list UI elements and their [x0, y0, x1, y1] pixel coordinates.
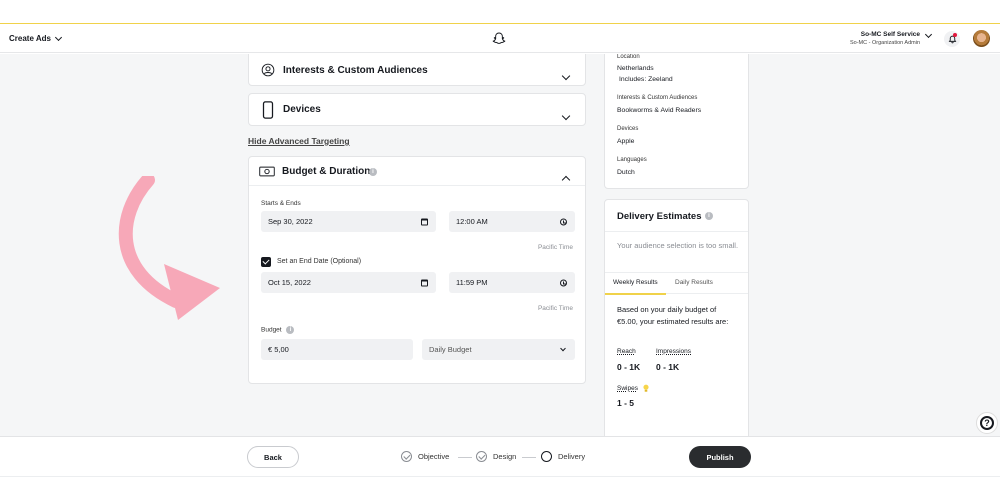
impressions-value: 0 - 1K [656, 362, 680, 372]
summary-location-value: Netherlands [617, 65, 654, 72]
devices-title: Devices [283, 104, 321, 115]
starts-ends-label: Starts & Ends [261, 200, 301, 207]
check-circle-icon [401, 451, 412, 462]
clock-icon [560, 218, 567, 225]
lightbulb-icon[interactable] [642, 384, 650, 393]
reach-value: 0 - 1K [617, 362, 641, 372]
results-tabs: Weekly Results Daily Results [605, 272, 748, 295]
hide-advanced-targeting-link[interactable]: Hide Advanced Targeting [248, 136, 350, 146]
reach-label[interactable]: Reach [617, 348, 636, 355]
end-time-value: 11:59 PM [456, 278, 488, 287]
bottom-strip [0, 476, 1000, 500]
account-name: So-MC Self Service [860, 31, 920, 38]
chevron-up-icon[interactable] [561, 170, 571, 188]
step-design-label: Design [493, 452, 517, 461]
end-timezone: Pacific Time [537, 305, 573, 312]
user-avatar[interactable] [973, 30, 990, 47]
phone-icon [262, 100, 274, 119]
notifications-button[interactable] [944, 31, 960, 47]
start-time-value: 12:00 AM [456, 217, 488, 226]
pink-arrow-annotation [118, 176, 220, 320]
publish-button[interactable]: Publish [689, 446, 751, 468]
person-circle-icon [261, 63, 275, 77]
summary-location-label: Location [617, 54, 640, 60]
help-button[interactable]: ? [976, 412, 998, 434]
question-icon: ? [980, 416, 994, 430]
start-date-value: Sep 30, 2022 [268, 217, 313, 226]
info-icon[interactable]: i [369, 168, 377, 176]
tab-weekly-results[interactable]: Weekly Results [613, 279, 658, 286]
end-date-value: Oct 15, 2022 [268, 278, 311, 287]
create-ads-menu[interactable]: Create Ads [9, 33, 62, 43]
budget-amount-input[interactable]: € 5,00 [261, 339, 413, 360]
step-delivery-label: Delivery [558, 452, 586, 461]
calendar-icon [421, 279, 428, 286]
budget-duration-section: Budget & Duration i Starts & Ends Sep 30… [248, 156, 586, 384]
step-divider [522, 457, 536, 458]
step-delivery[interactable]: Delivery [541, 451, 585, 462]
info-icon[interactable]: i [286, 326, 295, 334]
summary-languages-label: Languages [617, 157, 647, 163]
delivery-estimates-card: Delivery Estimates i Your audience selec… [604, 199, 749, 436]
budget-amount-value: € 5,00 [268, 345, 289, 354]
impressions-label[interactable]: Impressions [656, 348, 691, 355]
summary-devices-value: Apple [617, 138, 635, 145]
current-step-circle-icon [541, 451, 552, 462]
end-date-checkbox[interactable] [261, 257, 271, 267]
step-objective-label: Objective [418, 452, 450, 461]
summary-devices-label: Devices [617, 126, 639, 132]
notification-dot [953, 33, 957, 37]
account-role: So-MC - Organization Admin [850, 40, 920, 46]
end-time-input[interactable]: 11:59 PM [449, 272, 575, 293]
step-design[interactable]: Design [476, 451, 516, 462]
step-divider [458, 457, 472, 458]
delivery-estimates-header: Delivery Estimates i [605, 200, 748, 232]
targeting-summary: Location Netherlands Includes: Zeeland I… [604, 54, 749, 189]
swipes-label[interactable]: Swipes [617, 385, 638, 392]
back-button[interactable]: Back [247, 446, 299, 468]
budget-type-select[interactable]: Daily Budget [422, 339, 575, 360]
info-icon[interactable]: i [705, 212, 713, 220]
chevron-down-icon [561, 66, 571, 84]
footer-bar: Back Objective Design Delivery Publish [0, 436, 1000, 476]
interests-section[interactable]: Interests & Custom Audiences [248, 54, 586, 86]
interests-title: Interests & Custom Audiences [283, 64, 428, 76]
swipes-value: 1 - 5 [617, 398, 635, 408]
end-date-input[interactable]: Oct 15, 2022 [261, 272, 436, 293]
summary-interests-label: Interests & Custom Audiences [617, 95, 698, 101]
check-circle-icon [476, 451, 487, 462]
start-time-input[interactable]: 12:00 AM [449, 211, 575, 232]
chevron-down-icon [561, 106, 571, 124]
summary-location-includes: Includes: Zeeland [619, 76, 673, 83]
summary-languages-value: Dutch [617, 169, 635, 176]
estimate-description: Based on your daily budget of €5.00, you… [617, 305, 729, 326]
delivery-estimates-title: Delivery Estimates [617, 211, 702, 222]
step-objective[interactable]: Objective [401, 451, 449, 462]
audience-too-small-note: Your audience selection is too small. [617, 241, 739, 250]
budget-label: Budget i [261, 326, 295, 334]
chevron-down-icon [54, 33, 62, 41]
snapchat-ghost-icon[interactable] [491, 31, 507, 47]
account-chevron-down-icon[interactable] [924, 30, 933, 39]
start-date-input[interactable]: Sep 30, 2022 [261, 211, 436, 232]
app-header: Create Ads So-MC Self Service So-MC - Or… [0, 25, 1000, 53]
calendar-icon [421, 218, 428, 225]
account-switcher[interactable]: So-MC Self Service So-MC - Organization … [850, 31, 920, 46]
cash-icon [259, 166, 275, 177]
top-accent-bar [0, 0, 1000, 24]
summary-interests-value: Bookworms & Avid Readers [617, 107, 702, 114]
main-canvas: Interests & Custom Audiences Devices Hid… [0, 54, 1000, 436]
create-ads-label: Create Ads [9, 34, 51, 43]
weekly-tab-underline [605, 293, 666, 295]
end-date-label: Set an End Date (Optional) [277, 258, 362, 265]
devices-section[interactable]: Devices [248, 93, 586, 126]
tab-daily-results[interactable]: Daily Results [675, 279, 713, 286]
clock-icon [560, 279, 567, 286]
budget-duration-title: Budget & Duration [282, 166, 371, 177]
budget-type-value: Daily Budget [429, 345, 472, 354]
start-timezone: Pacific Time [537, 244, 573, 251]
budget-duration-header[interactable]: Budget & Duration i [249, 157, 585, 186]
chevron-down-icon [560, 343, 566, 352]
